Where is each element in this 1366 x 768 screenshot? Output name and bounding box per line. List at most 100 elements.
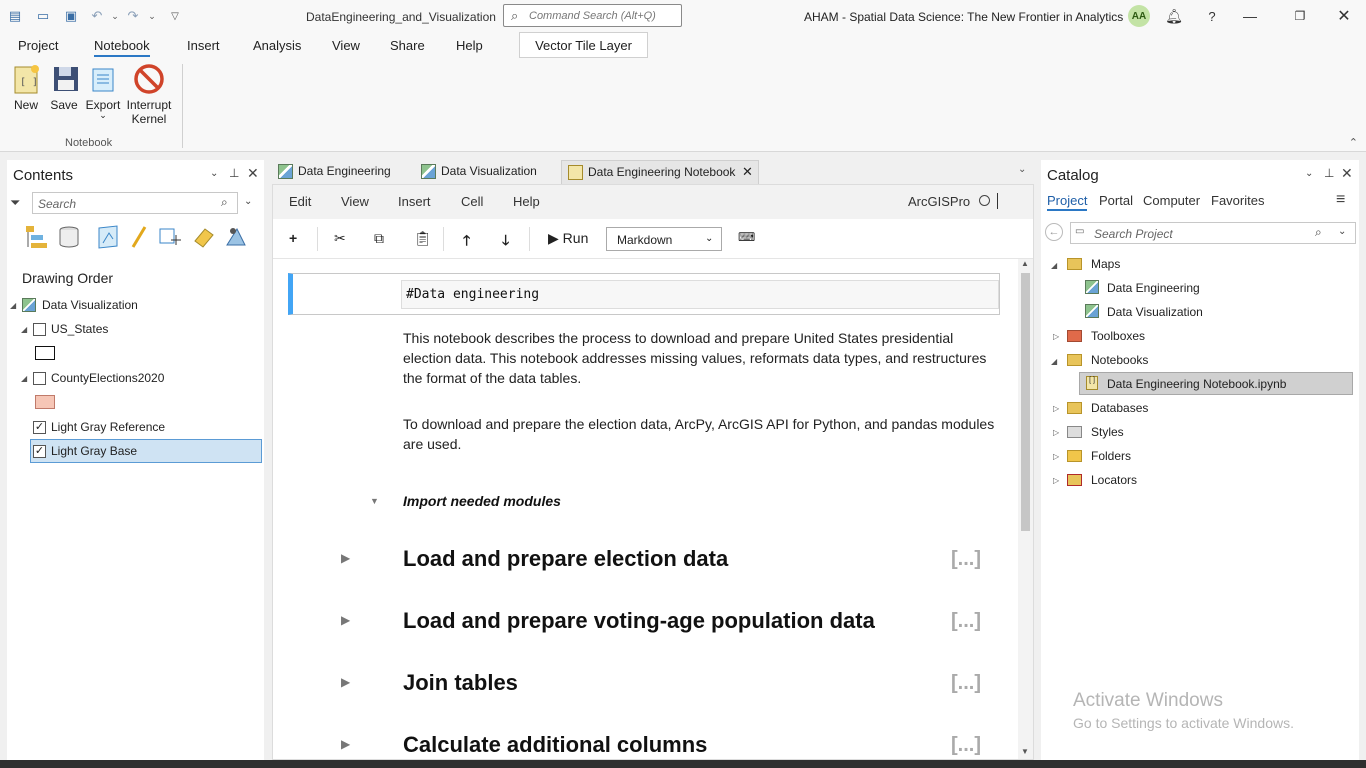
menu-cell[interactable]: Cell (461, 194, 483, 209)
close-pane-icon[interactable]: ✕ (1341, 165, 1353, 182)
catalog-folders[interactable]: Folders (1091, 449, 1131, 463)
map-data-visualization[interactable]: Data Visualization (42, 298, 138, 312)
us-states-symbol[interactable] (35, 346, 55, 360)
catalog-tab-computer[interactable]: Computer (1143, 193, 1200, 208)
paste-icon[interactable]: 📋︎ (414, 230, 432, 247)
county-elections-symbol[interactable] (35, 395, 55, 409)
layer-checkbox-light-gray-base[interactable]: ✓ (33, 445, 46, 458)
catalog-maps[interactable]: Maps (1091, 257, 1120, 271)
layer-light-gray-reference[interactable]: Light Gray Reference (51, 420, 165, 434)
collapse-map-icon[interactable]: ◢ (10, 301, 16, 310)
pin-icon[interactable]: ⊥ (229, 166, 239, 180)
search-options-icon[interactable]: ⌄ (1338, 226, 1346, 237)
export-dropdown-icon[interactable]: ⌄ (85, 111, 121, 120)
tab-analysis[interactable]: Analysis (253, 38, 301, 53)
collapsed-cells-indicator[interactable]: [...] (951, 610, 981, 633)
expand-styles-icon[interactable]: ▷ (1053, 428, 1059, 437)
expand-section-icon[interactable]: ▶ (341, 737, 350, 751)
tab-insert[interactable]: Insert (187, 38, 220, 53)
tab-share[interactable]: Share (390, 38, 425, 53)
command-search-input[interactable]: ⌕ Command Search (Alt+Q) (503, 4, 682, 27)
search-icon[interactable]: ⌕ (1315, 225, 1322, 240)
catalog-notebooks[interactable]: Notebooks (1091, 353, 1148, 367)
redo-icon[interactable]: ↷ (124, 7, 142, 25)
cell-type-select[interactable]: Markdown ⌄ (606, 227, 722, 251)
layer-checkbox-light-gray-reference[interactable]: ✓ (33, 421, 46, 434)
menu-edit[interactable]: Edit (289, 194, 311, 209)
undo-dropdown-icon[interactable]: ⌄ (106, 7, 124, 25)
collapse-layer-icon[interactable]: ◢ (21, 374, 27, 383)
collapse-maps-icon[interactable]: ◢ (1051, 261, 1057, 270)
filter-icon[interactable]: ⏷ (10, 195, 20, 211)
catalog-tab-favorites[interactable]: Favorites (1211, 193, 1264, 208)
undo-icon[interactable]: ↶ (88, 7, 106, 25)
tab-view[interactable]: View (332, 38, 360, 53)
catalog-notebook-file[interactable]: Data Engineering Notebook.ipynb (1107, 377, 1286, 391)
save-project-icon[interactable]: ▣ (62, 7, 80, 25)
expand-section-icon[interactable]: ▶ (341, 551, 350, 565)
pin-icon[interactable]: ⊥ (1324, 166, 1334, 180)
expand-folders-icon[interactable]: ▷ (1053, 452, 1059, 461)
run-button[interactable]: ▶ Run (548, 230, 588, 247)
move-up-icon[interactable]: 🡑 (463, 230, 470, 254)
interrupt-kernel-button[interactable]: Interrupt Kernel (125, 62, 173, 126)
expand-toolboxes-icon[interactable]: ▷ (1053, 332, 1059, 341)
save-notebook-button[interactable]: Save (49, 62, 79, 112)
cut-icon[interactable]: ✂ (334, 230, 346, 247)
tabs-overflow-icon[interactable]: ⌄ (1018, 164, 1026, 175)
tab-vector-tile-layer[interactable]: Vector Tile Layer (519, 32, 648, 58)
scroll-down-icon[interactable]: ▼ (1021, 747, 1029, 756)
collapsed-cells-indicator[interactable]: [...] (951, 548, 981, 571)
collapsed-cells-indicator[interactable]: [...] (951, 672, 981, 695)
close-window-button[interactable]: ✕ (1334, 6, 1354, 26)
tab-notebook[interactable]: Notebook (94, 38, 150, 57)
pane-options-icon[interactable]: ⌄ (210, 168, 218, 179)
tab-data-engineering-notebook[interactable]: Data Engineering Notebook ✕ (561, 160, 759, 184)
search-icon[interactable]: ⌕ (221, 195, 228, 210)
tab-project[interactable]: Project (18, 38, 58, 53)
user-avatar[interactable]: AA (1128, 5, 1150, 27)
catalog-styles[interactable]: Styles (1091, 425, 1124, 439)
tab-data-engineering-map[interactable]: Data Engineering (272, 160, 412, 184)
minimize-button[interactable]: — (1240, 6, 1260, 26)
tab-data-visualization-map[interactable]: Data Visualization (415, 160, 555, 184)
menu-view[interactable]: View (341, 194, 369, 209)
notebook-scrollbar[interactable]: ▲ ▼ (1018, 259, 1033, 759)
close-pane-icon[interactable]: ✕ (247, 165, 259, 182)
move-down-icon[interactable]: 🡓 (502, 230, 509, 254)
layer-checkbox-county-elections[interactable] (33, 372, 46, 385)
catalog-toolboxes[interactable]: Toolboxes (1091, 329, 1145, 343)
command-palette-icon[interactable]: ⌨ (738, 230, 755, 244)
layer-checkbox-us-states[interactable] (33, 323, 46, 336)
menu-help[interactable]: Help (513, 194, 540, 209)
insert-cell-icon[interactable]: + (289, 230, 297, 246)
menu-insert[interactable]: Insert (398, 194, 431, 209)
contents-search-input[interactable]: Search (32, 192, 238, 214)
layer-light-gray-base[interactable]: Light Gray Base (51, 444, 137, 458)
back-icon[interactable]: ← (1045, 223, 1063, 241)
collapse-section-icon[interactable]: ▼ (370, 496, 379, 506)
open-folder-icon[interactable]: ▭ (34, 7, 52, 25)
layer-us-states[interactable]: US_States (51, 322, 108, 336)
catalog-search-input[interactable]: ▭ Search Project (1070, 222, 1356, 244)
collapse-ribbon-icon[interactable]: ⌃ (1349, 136, 1358, 149)
catalog-map-data-engineering[interactable]: Data Engineering (1107, 281, 1200, 295)
expand-locators-icon[interactable]: ▷ (1053, 476, 1059, 485)
redo-dropdown-icon[interactable]: ⌄ (143, 7, 161, 25)
new-notebook-button[interactable]: [ ] New (10, 62, 42, 112)
search-options-icon[interactable]: ⌄ (244, 196, 252, 207)
expand-databases-icon[interactable]: ▷ (1053, 404, 1059, 413)
catalog-databases[interactable]: Databases (1091, 401, 1148, 415)
customize-toolbar-icon[interactable]: ▽ (166, 7, 184, 25)
notifications-bell-icon[interactable]: 🔔︎ (1164, 6, 1184, 26)
expand-section-icon[interactable]: ▶ (341, 675, 350, 689)
markdown-cell-input[interactable]: #Data engineering (401, 280, 999, 309)
scroll-up-icon[interactable]: ▲ (1021, 259, 1029, 268)
copy-icon[interactable]: ⧉ (374, 230, 384, 247)
pane-options-icon[interactable]: ⌄ (1305, 168, 1313, 179)
export-button[interactable]: Export ⌄ (85, 62, 121, 120)
layer-county-elections-2020[interactable]: CountyElections2020 (51, 371, 164, 385)
project-home-icon[interactable]: ▤ (6, 7, 24, 25)
menu-icon[interactable]: ≡ (1336, 191, 1345, 209)
catalog-locators[interactable]: Locators (1091, 473, 1137, 487)
